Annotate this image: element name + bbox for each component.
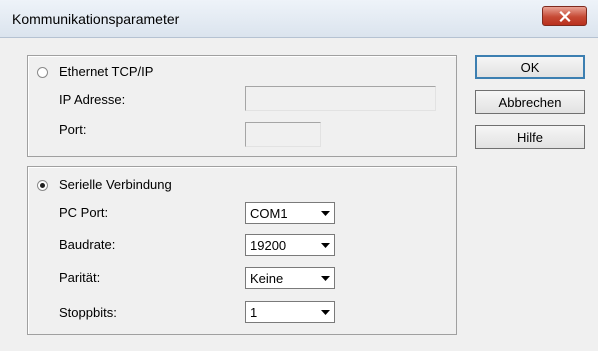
pc-port-label: PC Port:	[59, 205, 109, 220]
baudrate-label: Baudrate:	[59, 237, 116, 252]
help-button[interactable]: Hilfe	[475, 125, 585, 149]
stopbits-value: 1	[250, 305, 258, 320]
chevron-down-icon	[320, 210, 330, 216]
ethernet-radio[interactable]	[37, 67, 48, 78]
pc-port-dropdown-button[interactable]	[316, 203, 334, 223]
parity-select[interactable]: Keine	[245, 267, 335, 289]
chevron-down-icon	[320, 275, 330, 281]
ip-address-label: IP Adresse:	[59, 92, 126, 107]
serial-label: Serielle Verbindung	[59, 177, 172, 192]
cancel-button[interactable]: Abbrechen	[475, 90, 585, 114]
pc-port-value: COM1	[250, 206, 288, 221]
stopbits-label: Stoppbits:	[59, 305, 117, 320]
ethernet-label: Ethernet TCP/IP	[59, 64, 154, 79]
close-icon	[558, 10, 571, 22]
pc-port-select[interactable]: COM1	[245, 202, 335, 224]
baudrate-dropdown-button[interactable]	[316, 235, 334, 255]
baudrate-value: 19200	[250, 238, 287, 253]
stopbits-select[interactable]: 1	[245, 301, 335, 323]
parity-dropdown-button[interactable]	[316, 268, 334, 288]
chevron-down-icon	[320, 309, 330, 315]
stopbits-dropdown-button[interactable]	[316, 302, 334, 322]
ok-button[interactable]: OK	[475, 55, 585, 79]
window-title: Kommunikationsparameter	[12, 11, 180, 27]
baudrate-select[interactable]: 19200	[245, 234, 335, 256]
close-button[interactable]	[542, 6, 587, 26]
chevron-down-icon	[320, 242, 330, 248]
serial-radio[interactable]	[37, 180, 48, 191]
port-label: Port:	[59, 122, 87, 137]
parity-label: Parität:	[59, 270, 101, 285]
ip-address-field[interactable]	[245, 86, 436, 111]
title-bar[interactable]: Kommunikationsparameter	[0, 0, 598, 38]
parity-value: Keine	[250, 271, 284, 286]
port-field[interactable]	[245, 122, 321, 147]
